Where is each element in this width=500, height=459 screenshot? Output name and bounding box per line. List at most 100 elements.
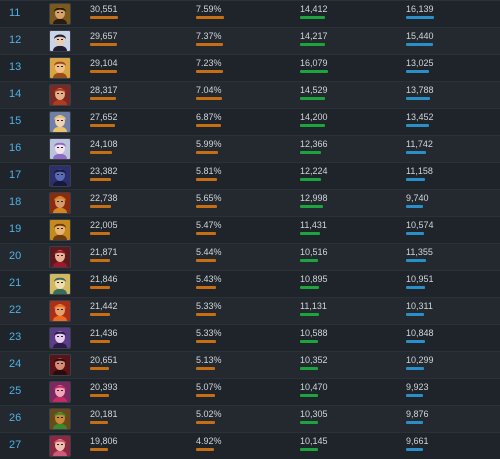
hero-portrait-icon[interactable] <box>49 192 71 214</box>
rank-number: 20 <box>9 250 22 262</box>
pick-rate-bar <box>196 178 217 181</box>
pick-rate-bar <box>196 97 222 100</box>
losses-bar <box>406 70 429 73</box>
wins-bar <box>300 340 318 343</box>
games-played-value: 20,651 <box>90 355 118 365</box>
games-played-value: 28,317 <box>90 85 118 95</box>
pick-rate-bar <box>196 43 223 46</box>
losses-bar <box>406 286 425 289</box>
hero-portrait-icon[interactable] <box>49 219 71 241</box>
hero-portrait-icon[interactable] <box>49 381 71 403</box>
games-played-bar <box>90 205 111 208</box>
hero-portrait-icon[interactable] <box>49 273 71 295</box>
table-row[interactable]: 27 19,806 4.92% 10,145 9,661 <box>0 432 500 459</box>
games-played-bar <box>90 313 110 316</box>
hero-portrait-icon[interactable] <box>49 300 71 322</box>
hero-portrait-icon[interactable] <box>49 408 71 430</box>
table-row[interactable]: 23 21,436 5.33% 10,588 10,848 <box>0 324 500 351</box>
table-row[interactable]: 20 21,871 5.44% 10,516 11,355 <box>0 243 500 270</box>
wins-value: 11,131 <box>300 301 327 311</box>
rank-number: 16 <box>9 142 22 154</box>
games-played-value: 21,442 <box>90 301 118 311</box>
pick-rate-value: 7.59% <box>196 4 222 14</box>
pick-rate-value: 5.99% <box>196 139 222 149</box>
losses-bar <box>406 394 423 397</box>
hero-portrait-icon[interactable] <box>49 3 71 25</box>
games-played-value: 30,551 <box>90 4 118 14</box>
losses-value: 9,661 <box>406 436 429 446</box>
table-row[interactable]: 17 23,382 5.81% 12,224 11,158 <box>0 162 500 189</box>
hero-portrait-icon[interactable] <box>49 327 71 349</box>
pick-rate-value: 5.65% <box>196 193 222 203</box>
pick-rate-bar <box>196 394 215 397</box>
hero-portrait-icon[interactable] <box>49 165 71 187</box>
pick-rate-value: 5.43% <box>196 274 222 284</box>
table-row[interactable]: 15 27,652 6.87% 14,200 13,452 <box>0 108 500 135</box>
pick-rate-bar <box>196 70 223 73</box>
pick-rate-value: 5.33% <box>196 301 222 311</box>
pick-rate-value: 5.47% <box>196 220 222 230</box>
pick-rate-bar <box>196 448 214 451</box>
table-row[interactable]: 12 29,657 7.37% 14,217 15,440 <box>0 27 500 54</box>
wins-bar <box>300 205 323 208</box>
table-row[interactable]: 14 28,317 7.04% 14,529 13,788 <box>0 81 500 108</box>
pick-rate-value: 7.37% <box>196 31 222 41</box>
wins-value: 12,366 <box>300 139 328 149</box>
losses-bar <box>406 313 424 316</box>
rank-number: 22 <box>9 304 22 316</box>
losses-bar <box>406 124 429 127</box>
wins-value: 10,588 <box>300 328 328 338</box>
rank-number: 19 <box>9 223 22 235</box>
hero-portrait-icon[interactable] <box>49 246 71 268</box>
wins-value: 12,224 <box>300 166 328 176</box>
losses-bar <box>406 232 424 235</box>
pick-rate-value: 6.87% <box>196 112 222 122</box>
table-row[interactable]: 25 20,393 5.07% 10,470 9,923 <box>0 378 500 405</box>
wins-bar <box>300 178 321 181</box>
hero-portrait-icon[interactable] <box>49 138 71 160</box>
losses-value: 9,876 <box>406 409 429 419</box>
table-row[interactable]: 11 30,551 7.59% 14,412 16,139 <box>0 0 500 27</box>
games-played-bar <box>90 97 116 100</box>
games-played-value: 23,382 <box>90 166 118 176</box>
losses-value: 10,574 <box>406 220 434 230</box>
wins-bar <box>300 43 325 46</box>
pick-rate-bar <box>196 16 224 19</box>
table-row[interactable]: 22 21,442 5.33% 11,131 10,311 <box>0 297 500 324</box>
hero-portrait-icon[interactable] <box>49 57 71 79</box>
hero-portrait-icon[interactable] <box>49 111 71 133</box>
hero-portrait-icon[interactable] <box>49 84 71 106</box>
wins-bar <box>300 313 319 316</box>
rank-number: 23 <box>9 331 22 343</box>
losses-bar <box>406 178 425 181</box>
games-played-value: 22,738 <box>90 193 118 203</box>
wins-value: 10,470 <box>300 382 328 392</box>
games-played-bar <box>90 178 111 181</box>
games-played-value: 21,871 <box>90 247 118 257</box>
games-played-value: 27,652 <box>90 112 118 122</box>
losses-value: 10,311 <box>406 301 433 311</box>
table-row[interactable]: 18 22,738 5.65% 12,998 9,740 <box>0 189 500 216</box>
rank-number: 25 <box>9 385 22 397</box>
wins-bar <box>300 421 318 424</box>
table-row[interactable]: 24 20,651 5.13% 10,352 10,299 <box>0 351 500 378</box>
table-row[interactable]: 26 20,181 5.02% 10,305 9,876 <box>0 405 500 432</box>
rank-number: 18 <box>9 196 22 208</box>
hero-portrait-icon[interactable] <box>49 30 71 52</box>
games-played-bar <box>90 16 118 19</box>
table-row[interactable]: 16 24,108 5.99% 12,366 11,742 <box>0 135 500 162</box>
losses-bar <box>406 151 426 154</box>
losses-bar <box>406 367 424 370</box>
hero-portrait-icon[interactable] <box>49 354 71 376</box>
losses-value: 11,742 <box>406 139 433 149</box>
table-row[interactable]: 21 21,846 5.43% 10,895 10,951 <box>0 270 500 297</box>
games-played-bar <box>90 394 109 397</box>
table-row[interactable]: 19 22,005 5.47% 11,431 10,574 <box>0 216 500 243</box>
pick-rate-value: 5.44% <box>196 247 222 257</box>
wins-value: 10,895 <box>300 274 328 284</box>
wins-bar <box>300 367 318 370</box>
hero-portrait-icon[interactable] <box>49 435 71 457</box>
table-row[interactable]: 13 29,104 7.23% 16,079 13,025 <box>0 54 500 81</box>
games-played-value: 21,846 <box>90 274 118 284</box>
rank-number: 26 <box>9 412 22 424</box>
